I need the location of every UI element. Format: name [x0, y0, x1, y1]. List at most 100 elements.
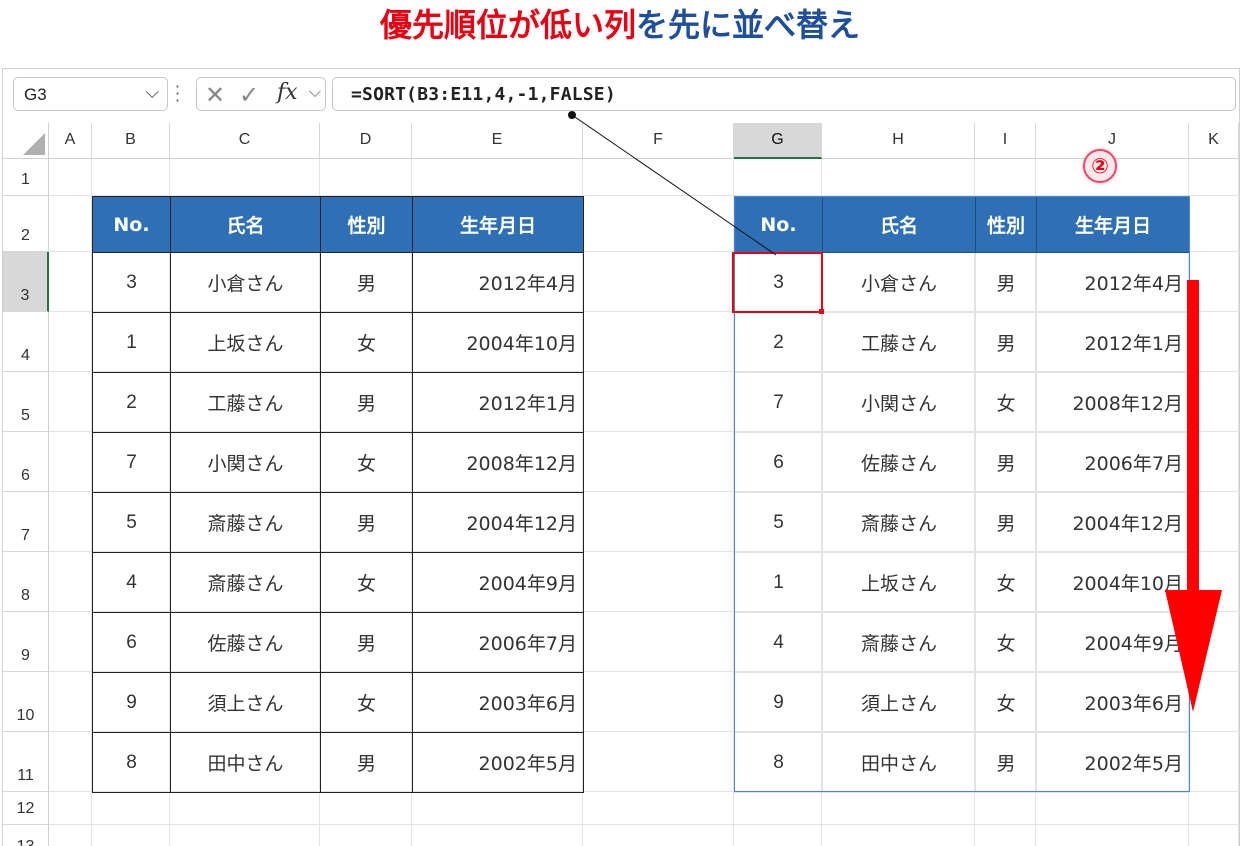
insert-function-icon[interactable]: fx [277, 80, 298, 105]
column-header-k[interactable]: K [1189, 123, 1239, 159]
birth-cell[interactable]: 2003年6月 [1036, 672, 1190, 733]
birth-cell[interactable]: 2002年5月 [1036, 732, 1190, 793]
gender-cell[interactable]: 女 [975, 552, 1037, 613]
gender-cell[interactable]: 女 [975, 612, 1037, 673]
name-cell[interactable]: 工藤さん [170, 372, 321, 433]
header-cell[interactable]: 性別 [320, 196, 413, 253]
birth-cell[interactable]: 2003年6月 [412, 672, 584, 733]
birth-cell[interactable]: 2012年4月 [412, 252, 584, 313]
header-cell[interactable]: 生年月日 [1036, 196, 1190, 253]
no-cell[interactable]: 2 [92, 372, 171, 433]
no-cell[interactable]: 6 [92, 612, 171, 673]
row-header-4[interactable]: 4 [3, 312, 49, 372]
name-cell[interactable]: 須上さん [170, 672, 321, 733]
name-cell[interactable]: 斎藤さん [170, 492, 321, 553]
no-cell[interactable]: 1 [734, 552, 823, 613]
name-cell[interactable]: 小関さん [822, 372, 976, 433]
no-cell[interactable]: 9 [734, 672, 823, 733]
gender-cell[interactable]: 女 [320, 552, 413, 613]
row-header-13[interactable]: 13 [3, 825, 49, 846]
name-cell[interactable]: 田中さん [170, 732, 321, 793]
select-all-button[interactable] [3, 123, 49, 159]
no-cell[interactable]: 2 [734, 312, 823, 373]
column-header-i[interactable]: I [975, 123, 1036, 159]
column-header-f[interactable]: F [583, 123, 734, 159]
no-cell[interactable]: 4 [734, 612, 823, 673]
no-cell[interactable]: 9 [92, 672, 171, 733]
column-header-d[interactable]: D [320, 123, 412, 159]
row-header-6[interactable]: 6 [3, 432, 49, 492]
no-cell[interactable]: 8 [92, 732, 171, 793]
header-cell[interactable]: 生年月日 [412, 196, 584, 253]
no-cell[interactable]: 1 [92, 312, 171, 373]
no-cell[interactable]: 3 [92, 252, 171, 313]
column-header-a[interactable]: A [49, 123, 92, 159]
birth-cell[interactable]: 2012年4月 [1036, 252, 1190, 313]
gender-cell[interactable]: 女 [320, 312, 413, 373]
gender-cell[interactable]: 男 [975, 312, 1037, 373]
birth-cell[interactable]: 2002年5月 [412, 732, 584, 793]
name-cell[interactable]: 小倉さん [170, 252, 321, 313]
worksheet-grid[interactable]: ABCDEFGHIJK 12345678910111213 No.氏名性別生年月… [3, 123, 1239, 846]
birth-cell[interactable]: 2004年9月 [1036, 612, 1190, 673]
birth-cell[interactable]: 2004年10月 [412, 312, 584, 373]
row-header-3[interactable]: 3 [3, 252, 49, 312]
no-cell[interactable]: 5 [92, 492, 171, 553]
formula-input[interactable]: =SORT(B3:E11,4,-1,FALSE) [332, 77, 1236, 111]
column-header-e[interactable]: E [412, 123, 583, 159]
gender-cell[interactable]: 女 [320, 672, 413, 733]
row-header-10[interactable]: 10 [3, 672, 49, 732]
birth-cell[interactable]: 2006年7月 [412, 612, 584, 673]
row-header-2[interactable]: 2 [3, 196, 49, 252]
row-header-8[interactable]: 8 [3, 552, 49, 612]
name-cell[interactable]: 工藤さん [822, 312, 976, 373]
gender-cell[interactable]: 女 [975, 672, 1037, 733]
no-cell[interactable]: 4 [92, 552, 171, 613]
name-cell[interactable]: 田中さん [822, 732, 976, 793]
column-header-b[interactable]: B [92, 123, 170, 159]
header-cell[interactable]: 氏名 [170, 196, 321, 253]
name-cell[interactable]: 小関さん [170, 432, 321, 493]
gender-cell[interactable]: 男 [320, 732, 413, 793]
no-cell[interactable]: 6 [734, 432, 823, 493]
birth-cell[interactable]: 2004年12月 [1036, 492, 1190, 553]
name-cell[interactable]: 斎藤さん [822, 612, 976, 673]
row-header-5[interactable]: 5 [3, 372, 49, 432]
row-header-7[interactable]: 7 [3, 492, 49, 552]
birth-cell[interactable]: 2004年10月 [1036, 552, 1190, 613]
fill-handle[interactable] [819, 309, 824, 314]
no-cell[interactable]: 5 [734, 492, 823, 553]
header-cell[interactable]: 氏名 [822, 196, 976, 253]
gender-cell[interactable]: 女 [320, 432, 413, 493]
header-cell[interactable]: No. [92, 196, 171, 253]
header-cell[interactable]: 性別 [975, 196, 1037, 253]
name-box[interactable]: G3 ⌵ [13, 77, 168, 111]
birth-cell[interactable]: 2008年12月 [412, 432, 584, 493]
row-header-11[interactable]: 11 [3, 732, 49, 792]
gender-cell[interactable]: 男 [975, 732, 1037, 793]
gender-cell[interactable]: 男 [975, 492, 1037, 553]
gender-cell[interactable]: 男 [320, 612, 413, 673]
name-cell[interactable]: 斎藤さん [170, 552, 321, 613]
birth-cell[interactable]: 2004年12月 [412, 492, 584, 553]
birth-cell[interactable]: 2004年9月 [412, 552, 584, 613]
name-cell[interactable]: 上坂さん [170, 312, 321, 373]
no-cell[interactable]: 7 [734, 372, 823, 433]
name-cell[interactable]: 佐藤さん [822, 432, 976, 493]
gender-cell[interactable]: 男 [320, 372, 413, 433]
column-header-g[interactable]: G [734, 123, 822, 159]
header-cell[interactable]: No. [734, 196, 823, 253]
chevron-down-icon[interactable]: ⌵ [145, 82, 159, 103]
row-header-12[interactable]: 12 [3, 792, 49, 825]
column-header-c[interactable]: C [170, 123, 320, 159]
column-header-h[interactable]: H [822, 123, 975, 159]
birth-cell[interactable]: 2006年7月 [1036, 432, 1190, 493]
no-cell[interactable]: 7 [92, 432, 171, 493]
name-cell[interactable]: 斎藤さん [822, 492, 976, 553]
gender-cell[interactable]: 女 [975, 372, 1037, 433]
name-cell[interactable]: 小倉さん [822, 252, 976, 313]
row-header-9[interactable]: 9 [3, 612, 49, 672]
gender-cell[interactable]: 男 [320, 252, 413, 313]
no-cell[interactable]: 8 [734, 732, 823, 793]
gender-cell[interactable]: 男 [320, 492, 413, 553]
